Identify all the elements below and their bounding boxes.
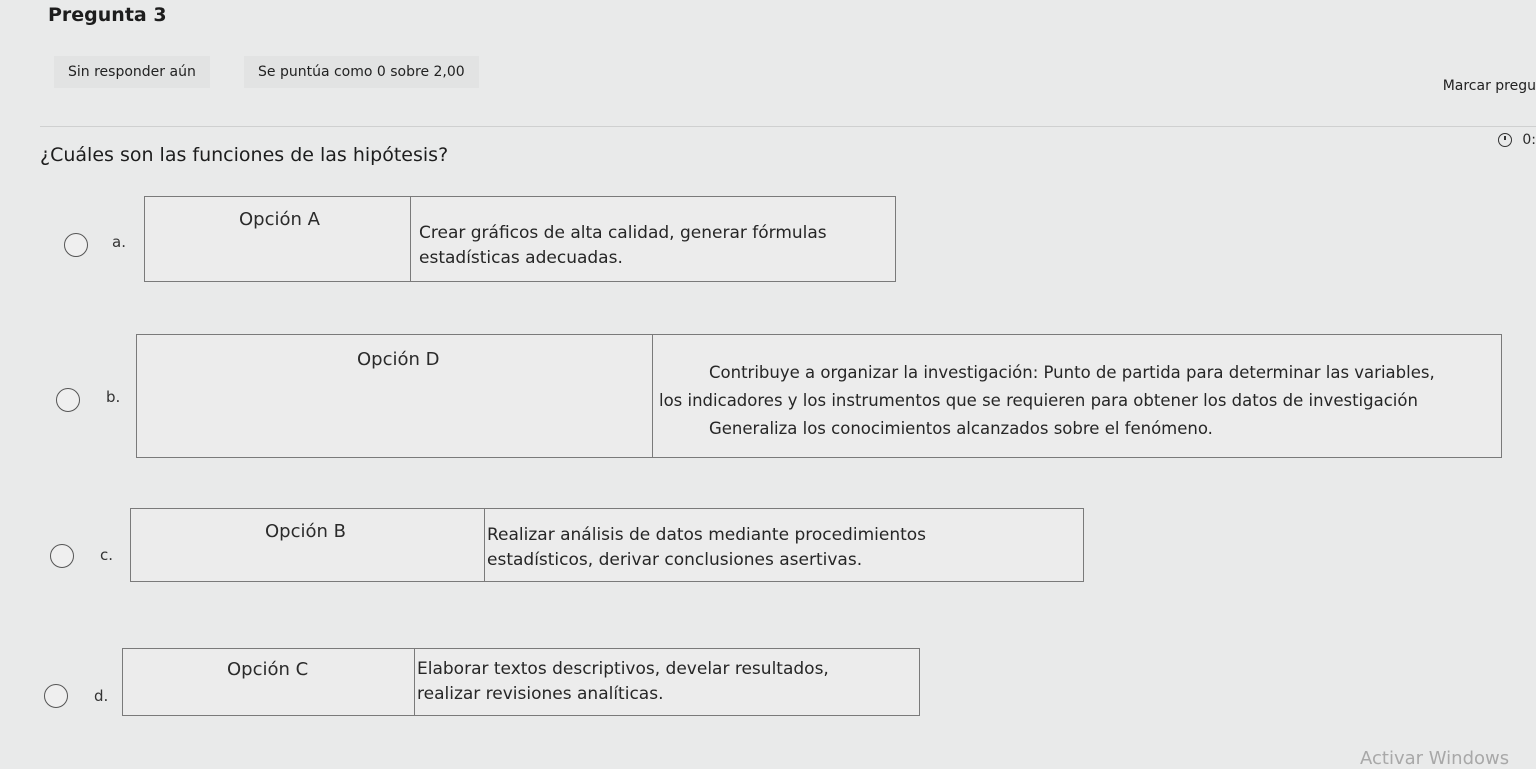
- question-state-badge: Sin responder aún: [54, 56, 210, 88]
- option-c-letter: c.: [100, 546, 114, 564]
- option-d-box[interactable]: Opción C Elaborar textos descriptivos, d…: [122, 648, 920, 716]
- option-d-line: realizar revisiones analíticas.: [417, 684, 664, 704]
- clock-icon: [1498, 133, 1513, 147]
- option-d-name-cell: Opción C: [123, 649, 415, 715]
- option-b-name: Opción D: [357, 349, 440, 370]
- option-a-radio[interactable]: [64, 233, 88, 257]
- option-a-name-cell: Opción A: [145, 197, 411, 281]
- option-c-name: Opción B: [265, 521, 346, 542]
- option-b-box[interactable]: Opción D Contribuye a organizar la inves…: [136, 334, 1502, 458]
- timer: 0:: [1498, 132, 1536, 148]
- option-a-line: estadísticas adecuadas.: [419, 248, 623, 268]
- option-a-line: Crear gráficos de alta calidad, generar …: [419, 223, 827, 243]
- option-a-box[interactable]: Opción A Crear gráficos de alta calidad,…: [144, 196, 896, 282]
- option-d-line: Elaborar textos descriptivos, develar re…: [417, 659, 829, 679]
- option-c-name-cell: Opción B: [131, 509, 485, 581]
- option-d-name: Opción C: [227, 659, 309, 680]
- option-b-line: Generaliza los conocimientos alcanzados …: [709, 419, 1213, 438]
- option-a-name: Opción A: [239, 209, 320, 230]
- option-b-line: Contribuye a organizar la investigación:…: [709, 363, 1435, 382]
- option-c-box[interactable]: Opción B Realizar análisis de datos medi…: [130, 508, 1084, 582]
- option-c-text: Realizar análisis de datos mediante proc…: [485, 509, 1083, 581]
- windows-activation-watermark: Activar Windows: [1360, 748, 1510, 769]
- flag-question-link[interactable]: Marcar pregu: [1443, 78, 1536, 94]
- option-b-letter: b.: [106, 388, 121, 406]
- option-b-name-cell: Opción D: [137, 335, 653, 457]
- option-d-radio[interactable]: [44, 684, 68, 708]
- option-c-line: estadísticos, derivar conclusiones asert…: [487, 550, 863, 570]
- question-grade-badge: Se puntúa como 0 sobre 2,00: [244, 56, 479, 88]
- option-c-radio[interactable]: [50, 544, 74, 568]
- question-title: Pregunta 3: [48, 4, 167, 26]
- timer-text: 0:: [1522, 132, 1536, 148]
- header-divider: [40, 126, 1536, 127]
- option-a-letter: a.: [112, 233, 126, 251]
- question-text: ¿Cuáles son las funciones de las hipótes…: [40, 144, 449, 166]
- option-c-line: Realizar análisis de datos mediante proc…: [487, 525, 927, 545]
- option-b-radio[interactable]: [56, 388, 80, 412]
- option-b-line: los indicadores y los instrumentos que s…: [659, 391, 1418, 410]
- option-d-letter: d.: [94, 687, 109, 705]
- option-d-text: Elaborar textos descriptivos, develar re…: [415, 649, 919, 715]
- option-b-text: Contribuye a organizar la investigación:…: [653, 335, 1501, 457]
- option-a-text: Crear gráficos de alta calidad, generar …: [411, 197, 895, 281]
